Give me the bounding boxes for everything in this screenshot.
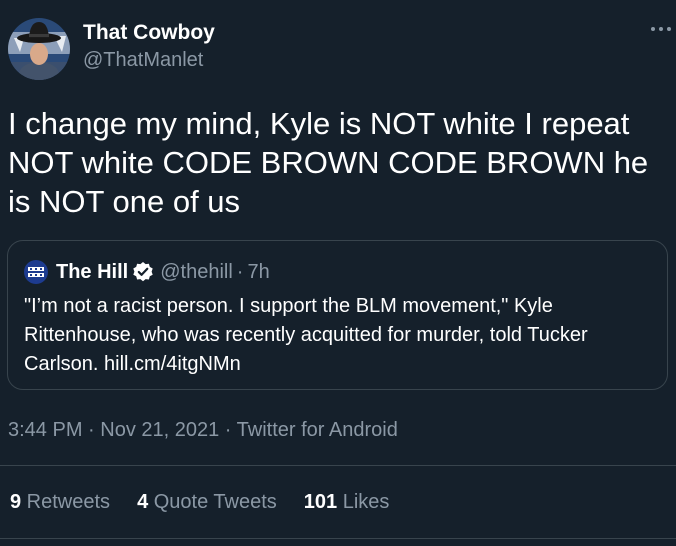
quoted-time[interactable]: 7h [247,261,269,284]
quoted-tweet-header: The Hill @thehill · 7h [24,260,270,284]
author-handle[interactable]: @ThatManlet [83,46,215,74]
tweet-card: That Cowboy @ThatManlet I change my mind… [0,0,676,546]
likes-stat[interactable]: 101 Likes [304,488,390,516]
cowboy-hat-avatar-icon [8,18,70,80]
tweet-date[interactable]: Nov 21, 2021 [100,419,219,441]
likes-count: 101 [303,491,338,513]
quote-tweets-label: Quote Tweets [148,491,277,513]
likes-label: Likes [337,491,390,513]
quote-tweets-count: 4 [137,491,149,513]
tweet-time[interactable]: 3:44 PM [8,419,82,441]
tweet-text: I change my mind, Kyle is NOT white I re… [8,106,649,219]
quoted-separator: · [236,260,244,283]
verified-badge-icon [132,261,154,283]
author-avatar[interactable] [8,18,70,80]
tweet-meta: 3:44 PM · Nov 21, 2021 · Twitter for And… [8,416,398,444]
more-options-icon[interactable] [648,22,674,36]
author-names: That Cowboy @ThatManlet [83,18,215,74]
engagement-stats: 9 Retweets 4 Quote Tweets 101 Likes [10,488,416,516]
retweets-stat[interactable]: 9 Retweets [10,488,110,516]
author-display-name[interactable]: That Cowboy [83,20,215,46]
quoted-tweet-card[interactable]: The Hill @thehill · 7h "I’m not a racist… [7,240,668,390]
meta-separator: · [82,419,101,441]
quoted-tweet-text: "I’m not a racist person. I support the … [24,295,588,375]
meta-separator: · [219,419,237,441]
retweets-label: Retweets [21,491,111,513]
quoted-handle: @thehill [160,260,233,283]
divider [0,538,676,539]
tweet-source[interactable]: Twitter for Android [237,419,398,441]
the-hill-logo-icon [24,260,48,284]
quote-tweets-stat[interactable]: 4 Quote Tweets [137,488,277,516]
tweet-header: That Cowboy @ThatManlet [8,18,215,80]
retweets-count: 9 [10,491,22,513]
divider [0,465,676,466]
quoted-display-name: The Hill [56,260,129,283]
